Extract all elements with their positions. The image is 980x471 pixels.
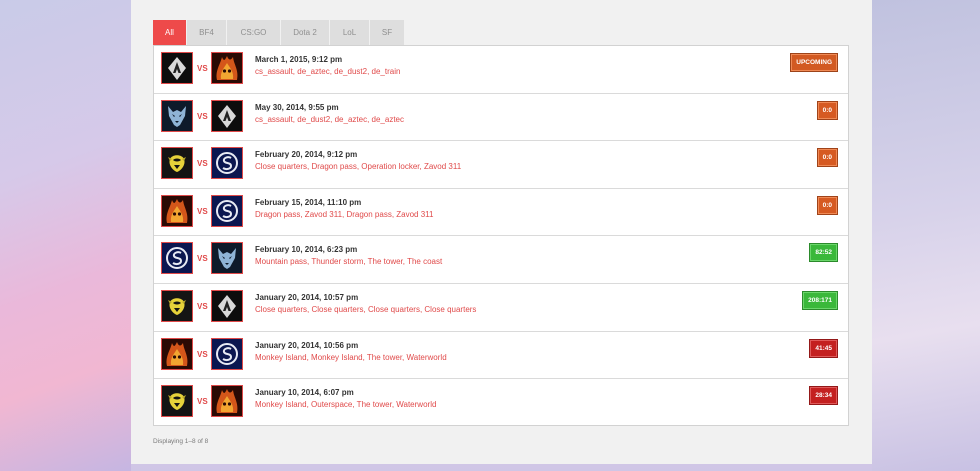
match-row: VS February 10, 2014, 6:23 pm Mountain pa…: [154, 236, 848, 284]
sk-logo-icon: [212, 148, 242, 179]
match-date: January 20, 2014, 10:56 pm: [255, 340, 359, 350]
match-list: VS March 1, 2015, 9:12 pm cs_assault, de_…: [153, 45, 849, 426]
vs-label: VS: [197, 397, 208, 407]
match-maps[interactable]: Monkey Island, Outerspace, The tower, Wa…: [255, 400, 436, 409]
yellow-crest-logo-icon: [162, 386, 192, 417]
match-date: February 10, 2014, 6:23 pm: [255, 245, 358, 255]
wolf-logo-icon: [162, 100, 192, 131]
vs-label: VS: [197, 206, 208, 216]
pagination-info: Displaying 1–8 of 8: [153, 438, 209, 445]
game-filter-tabs: All BF4 CS:GO Dota 2 LoL SF: [153, 20, 405, 45]
team2-logo[interactable]: [211, 337, 243, 370]
match-date: March 1, 2015, 9:12 pm: [255, 55, 343, 64]
alliance-logo-icon: [212, 100, 242, 131]
match-result-badge[interactable]: UPCOMING: [790, 53, 838, 72]
alliance-logo-icon: [162, 53, 192, 83]
match-maps[interactable]: cs_assault, de_aztec, de_dust2, de_train: [255, 67, 400, 76]
flame-skull-logo-icon: [212, 386, 242, 417]
vs-label: VS: [197, 159, 208, 169]
tab-bf4[interactable]: BF4: [187, 20, 226, 45]
sk-logo-icon: [212, 338, 242, 369]
match-maps[interactable]: Close quarters, Dragon pass, Operation l…: [255, 162, 461, 171]
tab-dota2[interactable]: Dota 2: [281, 20, 329, 45]
match-result-badge[interactable]: 28:34: [809, 386, 838, 406]
match-result-badge[interactable]: 0:0: [816, 195, 838, 215]
tab-sf[interactable]: SF: [370, 20, 404, 45]
team2-logo[interactable]: [211, 385, 243, 418]
flame-skull-logo-icon: [162, 338, 192, 369]
match-maps[interactable]: Dragon pass, Zavod 311, Dragon pass, Zav…: [255, 210, 433, 219]
team1-logo[interactable]: [161, 242, 193, 275]
match-maps[interactable]: Monkey Island, Monkey Island, The tower,…: [255, 353, 447, 362]
match-row: VS January 10, 2014, 6:07 pm Monkey Islan…: [154, 379, 848, 427]
flame-skull-logo-icon: [162, 195, 192, 226]
wolf-logo-icon: [212, 243, 242, 274]
match-row: VS January 20, 2014, 10:57 pm Close quart…: [154, 284, 848, 332]
match-result-badge[interactable]: 41:45: [809, 338, 838, 358]
team1-logo[interactable]: [161, 289, 193, 322]
tab-csgo[interactable]: CS:GO: [227, 20, 280, 45]
match-date: January 10, 2014, 6:07 pm: [255, 388, 354, 398]
team2-logo[interactable]: [211, 242, 243, 275]
background-left: [0, 0, 131, 471]
match-result-badge[interactable]: 0:0: [816, 100, 838, 120]
match-result-badge[interactable]: 0:0: [816, 148, 838, 168]
match-date: February 20, 2014, 9:12 pm: [255, 150, 358, 160]
matches-panel: All BF4 CS:GO Dota 2 LoL SF VS March 1, …: [131, 0, 872, 464]
match-row: VS January 20, 2014, 10:56 pm Monkey Isla…: [154, 332, 848, 380]
team1-logo[interactable]: [161, 337, 193, 370]
match-maps[interactable]: cs_assault, de_dust2, de_aztec, de_aztec: [255, 115, 404, 124]
team2-logo[interactable]: [211, 52, 243, 84]
match-date: February 15, 2014, 11:10 pm: [255, 197, 362, 207]
team1-logo[interactable]: [161, 99, 193, 132]
team2-logo[interactable]: [211, 99, 243, 132]
team1-logo[interactable]: [161, 194, 193, 227]
vs-label: VS: [197, 254, 208, 264]
match-date: May 30, 2014, 9:55 pm: [255, 102, 339, 112]
vs-label: VS: [197, 111, 208, 121]
yellow-crest-logo-icon: [162, 290, 192, 321]
vs-label: VS: [197, 349, 208, 359]
match-maps[interactable]: Close quarters, Close quarters, Close qu…: [255, 305, 476, 314]
match-row: VS May 30, 2014, 9:55 pm cs_assault, de_d…: [154, 94, 848, 142]
team2-logo[interactable]: [211, 289, 243, 322]
team1-logo[interactable]: [161, 52, 193, 84]
yellow-crest-logo-icon: [162, 148, 192, 179]
vs-label: VS: [197, 64, 208, 73]
sk-logo-icon: [212, 195, 242, 226]
tab-all[interactable]: All: [153, 20, 186, 45]
team2-logo[interactable]: [211, 194, 243, 227]
match-row: VS March 1, 2015, 9:12 pm cs_assault, de_…: [154, 46, 848, 94]
flame-skull-logo-icon: [212, 53, 242, 83]
match-date: January 20, 2014, 10:57 pm: [255, 292, 359, 302]
alliance-logo-icon: [212, 290, 242, 321]
sk-logo-icon: [162, 243, 192, 274]
tab-lol[interactable]: LoL: [330, 20, 369, 45]
match-maps[interactable]: Mountain pass, Thunder storm, The tower,…: [255, 257, 442, 266]
match-row: VS February 20, 2014, 9:12 pm Close quart…: [154, 141, 848, 189]
team1-logo[interactable]: [161, 147, 193, 180]
team2-logo[interactable]: [211, 147, 243, 180]
team1-logo[interactable]: [161, 385, 193, 418]
background-right: [872, 0, 980, 471]
vs-label: VS: [197, 301, 208, 311]
match-result-badge[interactable]: 208:171: [802, 290, 838, 310]
match-result-badge[interactable]: 82:52: [809, 243, 838, 263]
match-row: VS February 15, 2014, 11:10 pm Dragon pas…: [154, 189, 848, 237]
